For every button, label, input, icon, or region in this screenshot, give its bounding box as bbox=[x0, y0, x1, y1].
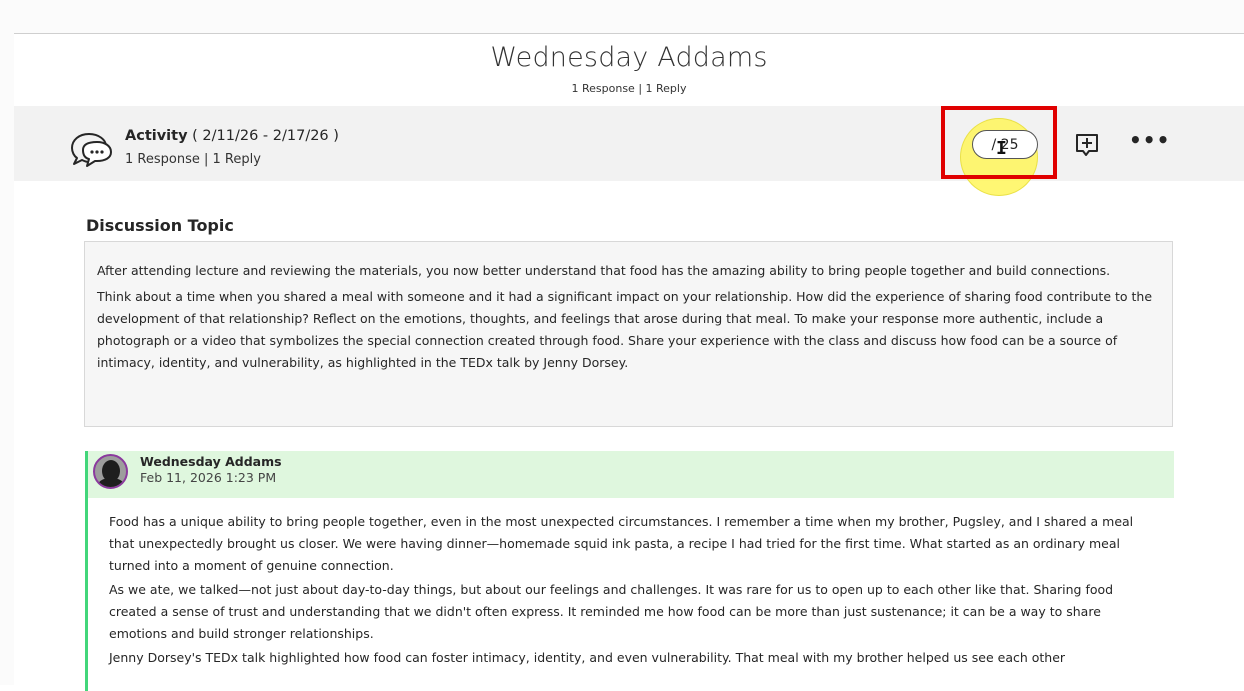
activity-bar: Activity ( 2/11/26 - 2/17/26 ) 1 Respons… bbox=[14, 106, 1244, 196]
page-subtitle: 1 Response | 1 Reply bbox=[571, 82, 687, 95]
add-comment-icon[interactable] bbox=[1074, 132, 1100, 158]
post-header: Wednesday Addams Feb 11, 2026 1:23 PM bbox=[88, 451, 1174, 498]
page-header: Wednesday Addams 1 Response | 1 Reply bbox=[14, 34, 1244, 107]
more-options-icon[interactable]: ••• bbox=[1129, 128, 1170, 152]
activity-date-range: ( 2/11/26 - 2/17/26 ) bbox=[187, 128, 339, 144]
post-body: Food has a unique ability to bring peopl… bbox=[109, 511, 1154, 671]
response-post: Wednesday Addams Feb 11, 2026 1:23 PM Fo… bbox=[85, 451, 1177, 691]
post-paragraph: As we ate, we talked—not just about day-… bbox=[109, 582, 1114, 641]
chat-bubbles-icon bbox=[71, 133, 112, 167]
activity-title[interactable]: Activity ( 2/11/26 - 2/17/26 ) bbox=[125, 128, 339, 144]
annotation-highlight-box bbox=[941, 106, 1057, 179]
post-paragraph: Jenny Dorsey's TEDx talk highlighted how… bbox=[109, 650, 1066, 665]
topic-paragraph: Think about a time when you shared a mea… bbox=[97, 289, 1153, 370]
post-date: Feb 11, 2026 1:23 PM bbox=[140, 470, 277, 485]
avatar[interactable] bbox=[93, 454, 128, 489]
post-author[interactable]: Wednesday Addams bbox=[140, 454, 282, 469]
topic-paragraph: After attending lecture and reviewing th… bbox=[97, 263, 1111, 278]
page-title: Wednesday Addams bbox=[490, 42, 768, 73]
avatar-shoulders bbox=[98, 478, 124, 487]
discussion-topic-heading: Discussion Topic bbox=[86, 216, 234, 235]
discussion-topic-body: After attending lecture and reviewing th… bbox=[84, 241, 1173, 427]
app-frame: Wednesday Addams 1 Response | 1 Reply Ac… bbox=[0, 0, 1244, 691]
activity-stats: 1 Response | 1 Reply bbox=[125, 152, 261, 167]
post-paragraph: Food has a unique ability to bring peopl… bbox=[109, 514, 1134, 573]
discussion-panel: Wednesday Addams 1 Response | 1 Reply Ac… bbox=[14, 33, 1244, 691]
activity-label: Activity bbox=[125, 128, 188, 144]
